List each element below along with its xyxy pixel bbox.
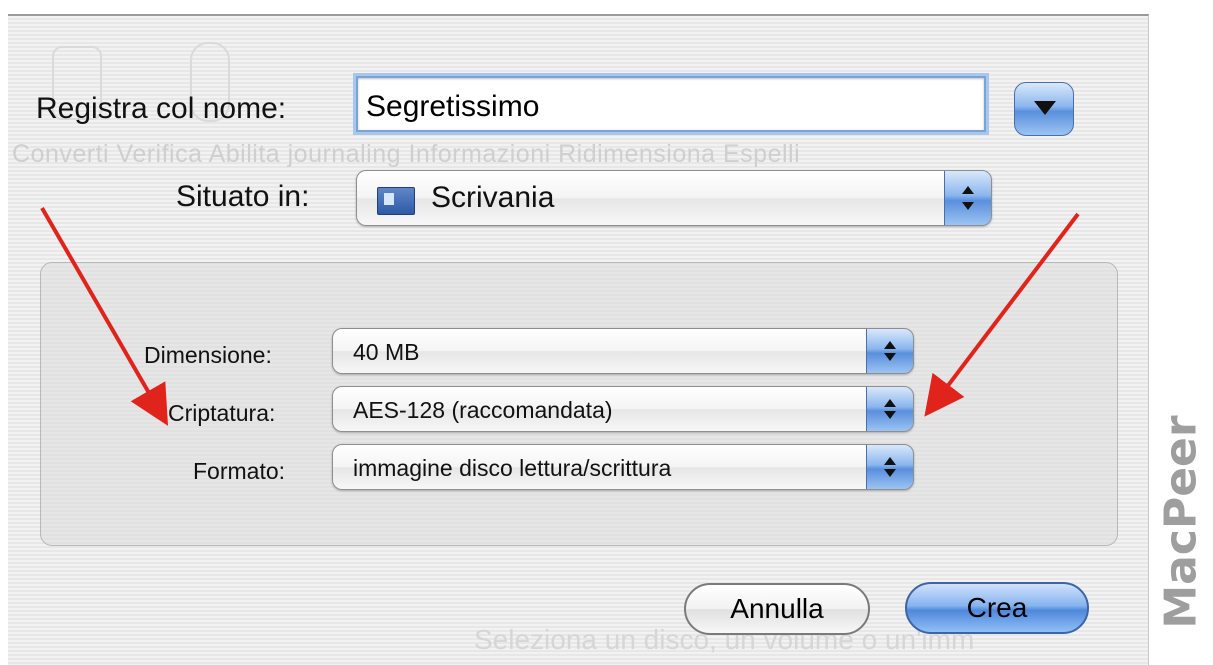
left-red-arrow [40, 206, 169, 426]
annotation-arrows [40, 206, 1080, 426]
macpeer-watermark: MacPeer [1150, 380, 1212, 663]
right-red-arrow [924, 212, 1080, 417]
watermark-text: MacPeer [1155, 414, 1207, 629]
